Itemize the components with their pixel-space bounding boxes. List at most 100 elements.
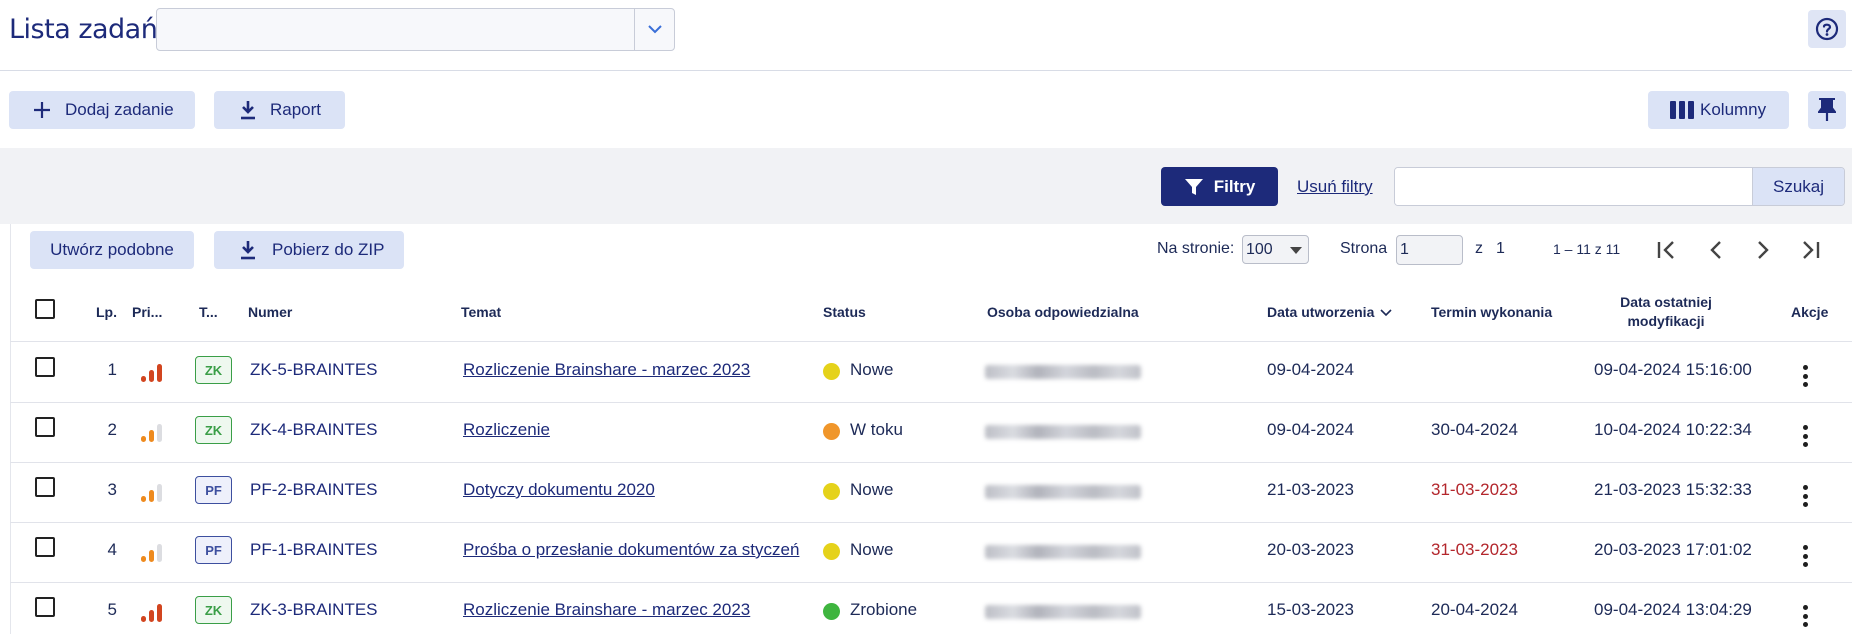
- row-lp: 4: [107, 540, 117, 559]
- page-number-input[interactable]: 1: [1396, 235, 1463, 265]
- col-created[interactable]: Data utworzenia: [1267, 304, 1392, 320]
- kebab-dot: [1802, 493, 1808, 499]
- caret-down-icon: [1290, 247, 1302, 254]
- last-page-icon: [1803, 241, 1820, 259]
- type-badge: PF: [195, 476, 232, 504]
- task-subject-link[interactable]: Rozliczenie Brainshare - marzec 2023: [463, 600, 750, 620]
- download-icon: [240, 240, 256, 260]
- row-checkbox[interactable]: [35, 417, 55, 437]
- task-subject-link[interactable]: Rozliczenie: [463, 420, 550, 440]
- priority-bar: [141, 496, 146, 502]
- search-box: Szukaj: [1394, 167, 1845, 206]
- responsible-person-blurred: [985, 485, 1141, 499]
- pin-icon: [1818, 98, 1836, 122]
- more-actions-icon[interactable]: [1802, 425, 1808, 447]
- task-subject-link[interactable]: Dotyczy dokumentu 2020: [463, 480, 655, 500]
- add-task-button[interactable]: Dodaj zadanie: [9, 91, 195, 129]
- columns-button[interactable]: Kolumny: [1648, 91, 1789, 129]
- download-icon: [240, 100, 256, 120]
- row-checkbox[interactable]: [35, 477, 55, 497]
- row-divider: [10, 522, 1852, 523]
- more-actions-icon[interactable]: [1802, 545, 1808, 567]
- pin-button[interactable]: [1808, 91, 1846, 129]
- clear-filters-link[interactable]: Usuń filtry: [1297, 177, 1373, 197]
- more-actions-icon[interactable]: [1802, 485, 1808, 507]
- priority-bar: [141, 616, 146, 622]
- row-lp: 5: [107, 600, 117, 619]
- col-responsible[interactable]: Osoba odpowiedzialna: [987, 304, 1139, 320]
- select-all-checkbox[interactable]: [35, 299, 55, 319]
- priority-icon: [141, 422, 167, 442]
- created-date: 20-03-2023: [1267, 540, 1354, 559]
- filters-button[interactable]: Filtry: [1161, 167, 1278, 206]
- last-page-button[interactable]: [1796, 236, 1824, 264]
- created-date: 09-04-2024: [1267, 360, 1354, 379]
- type-badge: ZK: [195, 596, 232, 624]
- per-page-select[interactable]: 100: [1242, 235, 1309, 264]
- kebab-dot: [1802, 562, 1808, 567]
- col-modified[interactable]: Data ostatniej modyfikacji: [1604, 293, 1728, 331]
- responsible-person-blurred: [985, 545, 1141, 559]
- header-divider: [10, 341, 1852, 342]
- row-lp: 1: [107, 360, 117, 379]
- kebab-dot: [1802, 433, 1808, 439]
- status-label: Nowe: [850, 480, 894, 499]
- col-type[interactable]: T...: [199, 304, 218, 320]
- priority-bar: [149, 550, 154, 562]
- priority-bar: [157, 544, 162, 562]
- task-number: ZK-4-BRAINTES: [250, 420, 378, 439]
- search-button[interactable]: Szukaj: [1752, 168, 1844, 205]
- row-checkbox[interactable]: [35, 597, 55, 617]
- status-dot: [823, 483, 840, 500]
- more-actions-icon[interactable]: [1802, 365, 1808, 387]
- add-task-label: Dodaj zadanie: [65, 100, 174, 119]
- kebab-dot: [1802, 622, 1808, 627]
- more-actions-icon[interactable]: [1802, 605, 1808, 627]
- report-button[interactable]: Raport: [214, 91, 345, 129]
- total-pages: 1: [1496, 240, 1505, 257]
- row-checkbox[interactable]: [35, 537, 55, 557]
- task-number: PF-2-BRAINTES: [250, 480, 378, 499]
- chevron-down-icon[interactable]: [634, 9, 674, 50]
- col-lp[interactable]: Lp.: [96, 304, 117, 320]
- chevron-left-icon: [1710, 241, 1721, 259]
- prev-page-button[interactable]: [1702, 236, 1730, 264]
- created-date: 21-03-2023: [1267, 480, 1354, 499]
- first-page-button[interactable]: [1653, 236, 1681, 264]
- col-subject[interactable]: Temat: [461, 304, 501, 320]
- type-badge: ZK: [195, 416, 232, 444]
- modified-date: 09-04-2024 13:04:29: [1594, 600, 1752, 619]
- task-subject-link[interactable]: Prośba o przesłanie dokumentów za stycze…: [463, 540, 799, 560]
- priority-bar: [149, 490, 154, 502]
- task-subject-link[interactable]: Rozliczenie Brainshare - marzec 2023: [463, 360, 750, 380]
- modified-date: 09-04-2024 15:16:00: [1594, 360, 1752, 379]
- search-input[interactable]: [1395, 168, 1752, 205]
- help-button[interactable]: [1808, 10, 1846, 48]
- kebab-dot: [1802, 442, 1808, 447]
- created-date: 15-03-2023: [1267, 600, 1354, 619]
- download-zip-label: Pobierz do ZIP: [272, 240, 385, 259]
- col-due[interactable]: Termin wykonania: [1431, 304, 1552, 320]
- col-number[interactable]: Numer: [248, 304, 292, 320]
- col-actions: Akcje: [1791, 304, 1829, 320]
- project-select[interactable]: [156, 8, 675, 51]
- row-divider: [10, 462, 1852, 463]
- priority-bar: [157, 364, 162, 382]
- create-similar-button[interactable]: Utwórz podobne: [30, 231, 194, 269]
- task-number: ZK-5-BRAINTES: [250, 360, 378, 379]
- responsible-person-blurred: [985, 425, 1141, 439]
- page-label: Strona: [1340, 240, 1388, 257]
- kebab-dot: [1802, 485, 1808, 490]
- col-priority[interactable]: Pri...: [132, 304, 162, 320]
- next-page-button[interactable]: [1749, 236, 1777, 264]
- col-modified-line2: modyfikacji: [1627, 313, 1705, 329]
- row-checkbox[interactable]: [35, 357, 55, 377]
- priority-icon: [141, 482, 167, 502]
- due-date: 31-03-2023: [1431, 540, 1518, 559]
- download-zip-button[interactable]: Pobierz do ZIP: [214, 231, 404, 269]
- status-dot: [823, 603, 840, 620]
- first-page-icon: [1657, 241, 1674, 259]
- col-status[interactable]: Status: [823, 304, 866, 320]
- kebab-dot: [1802, 545, 1808, 550]
- kebab-dot: [1802, 365, 1808, 370]
